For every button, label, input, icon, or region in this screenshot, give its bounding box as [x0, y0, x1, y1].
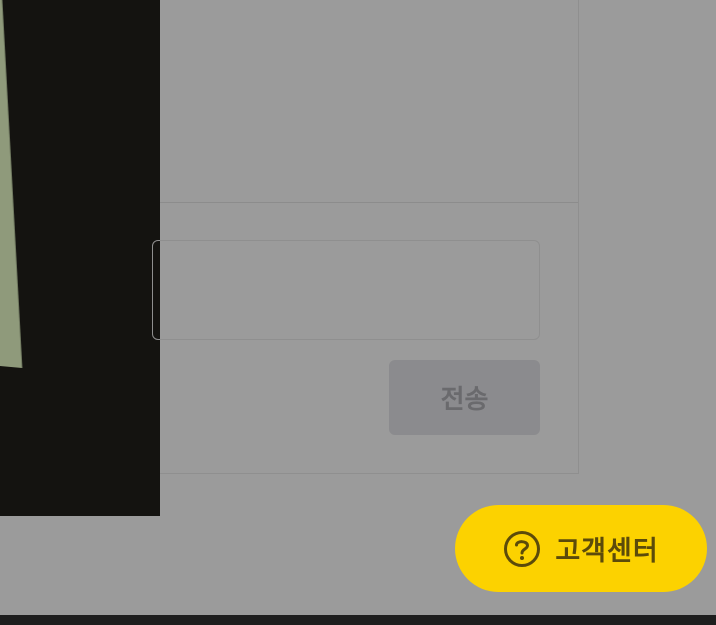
- question-circle-icon: [503, 530, 541, 568]
- photo-preview: [0, 0, 160, 516]
- customer-center-label: 고객센터: [555, 536, 659, 567]
- photo-image: [0, 0, 160, 516]
- bottom-bar: [0, 615, 716, 625]
- message-history: [160, 0, 578, 203]
- customer-center-button[interactable]: 고객센터: [455, 505, 707, 592]
- message-input[interactable]: [152, 240, 540, 340]
- chat-panel: 전송: [152, 0, 579, 474]
- send-button-label: 전송: [440, 385, 489, 415]
- send-button[interactable]: 전송: [389, 360, 540, 435]
